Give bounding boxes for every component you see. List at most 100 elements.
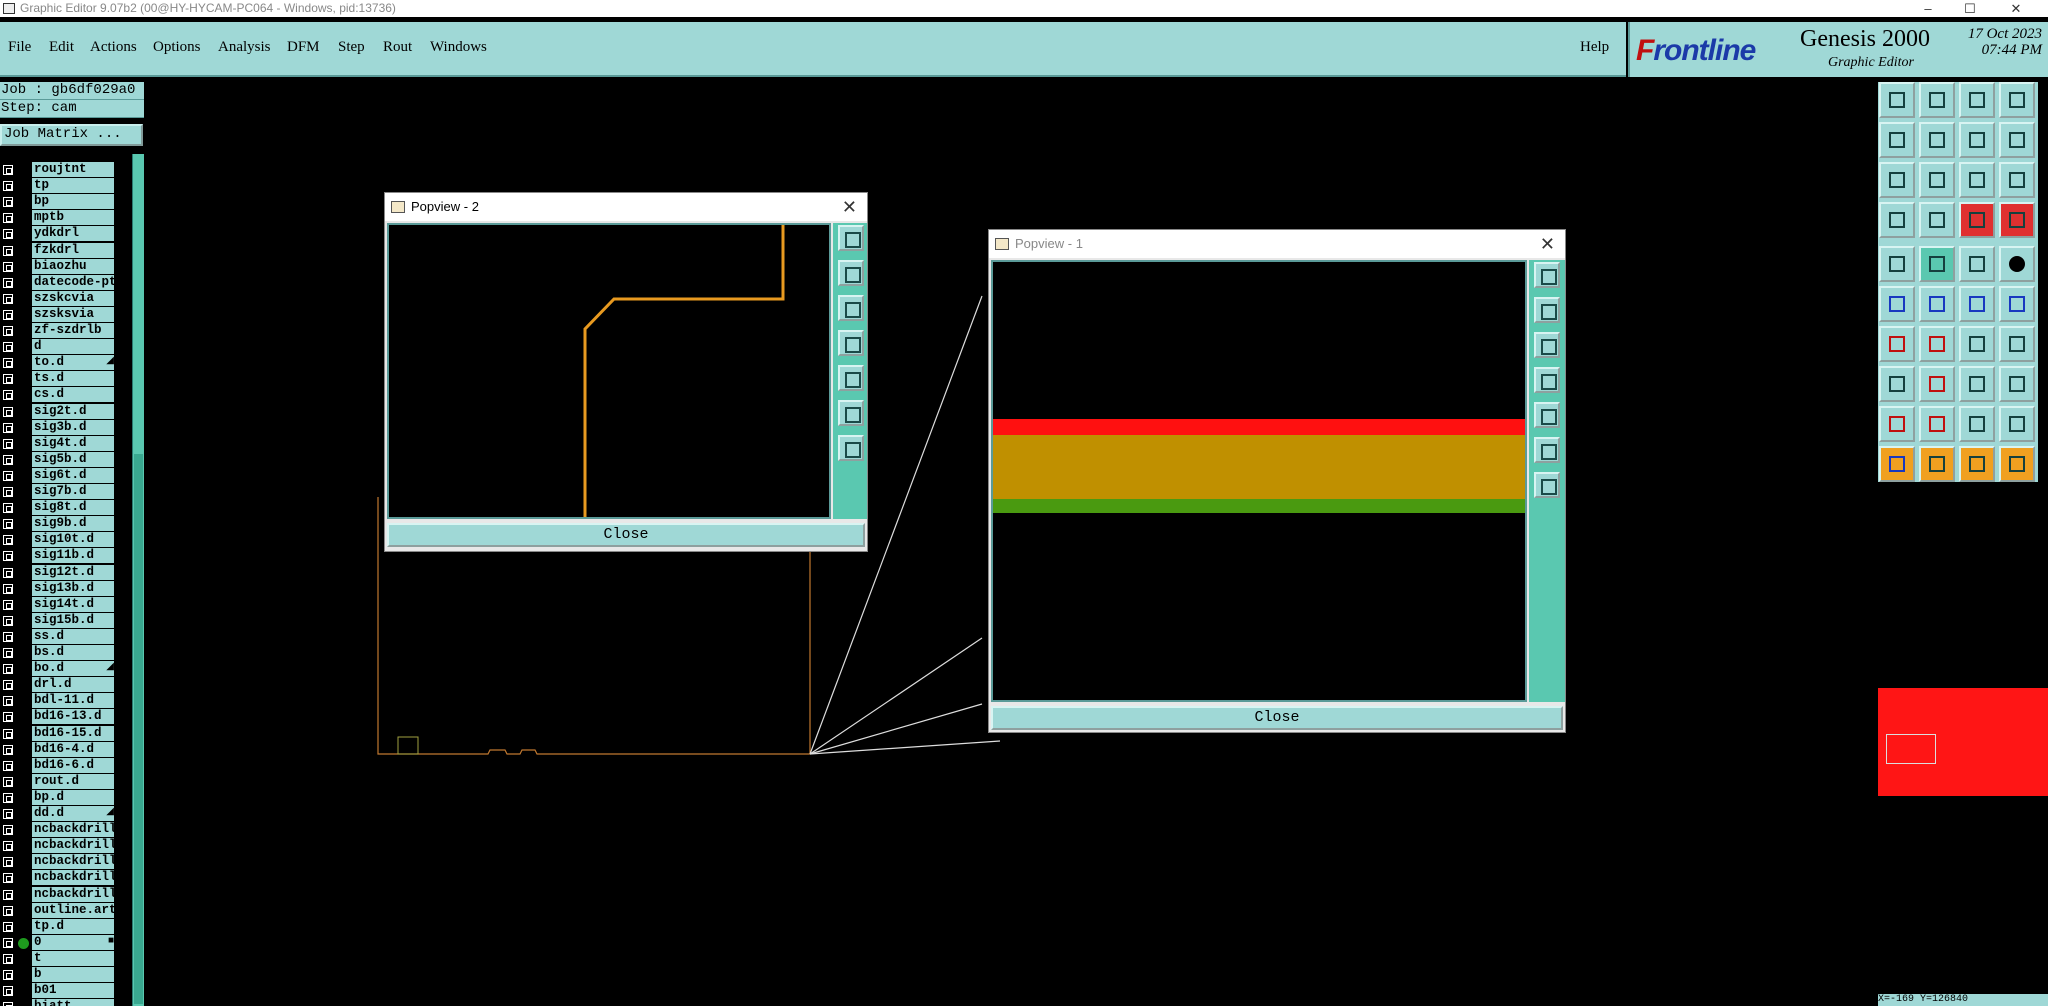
popview-1-window[interactable]: Popview - 1 ✕ Close <box>988 229 1566 733</box>
arc-icon[interactable] <box>1959 326 1995 362</box>
move-left-icon[interactable] <box>1879 122 1915 158</box>
shapes-icon[interactable] <box>1999 366 2035 402</box>
move-right-icon[interactable] <box>1919 122 1955 158</box>
move-left-glyph <box>1889 132 1905 148</box>
mark-icon[interactable] <box>1879 366 1915 402</box>
bridge2-glyph <box>2009 416 2025 432</box>
angle-icon[interactable] <box>1879 326 1915 362</box>
trace-drawing <box>583 225 785 517</box>
redraw-icon[interactable] <box>1999 122 2035 158</box>
select-icon[interactable] <box>1919 446 1955 482</box>
view-selection-box[interactable] <box>1886 734 1936 764</box>
point-icon[interactable] <box>1959 286 1995 322</box>
popview-1-view[interactable] <box>991 260 1527 702</box>
cross-glyph <box>1929 296 1945 312</box>
slash-icon[interactable] <box>1919 326 1955 362</box>
zoom-in-icon[interactable] <box>838 400 864 426</box>
redraw-glyph <box>2009 132 2025 148</box>
zoom-box-icon[interactable] <box>1999 82 2035 118</box>
fiducial-square <box>397 736 419 755</box>
probe-glyph <box>1929 212 1945 228</box>
snap-icon[interactable] <box>1959 122 1995 158</box>
overview-map[interactable] <box>1878 486 2048 996</box>
snap-glyph <box>1969 132 1985 148</box>
tool-palette <box>1878 82 2038 482</box>
zoom-line <box>809 703 983 755</box>
layer-align-icon[interactable] <box>1999 202 2035 238</box>
route-icon[interactable] <box>1919 246 1955 282</box>
pad-icon[interactable] <box>1879 246 1915 282</box>
probe-icon[interactable] <box>1919 202 1955 238</box>
popview-1-toolbar <box>1529 260 1565 702</box>
green-band <box>993 499 1525 513</box>
pointer-icon[interactable] <box>1879 446 1915 482</box>
open-icon[interactable] <box>1879 82 1915 118</box>
point-glyph <box>1969 296 1985 312</box>
zoom-fit-icon[interactable] <box>1534 472 1560 498</box>
edit-icon[interactable] <box>1999 446 2035 482</box>
cross-icon[interactable] <box>1919 286 1955 322</box>
pan-down-icon[interactable] <box>838 295 864 321</box>
pan-left-icon[interactable] <box>1534 367 1560 393</box>
circle-glyph <box>2009 256 2025 272</box>
scale-icon[interactable] <box>1959 162 1995 198</box>
save-glyph <box>1929 92 1945 108</box>
mark-glyph <box>1889 376 1905 392</box>
popview-1-titlebar[interactable]: Popview - 1 ✕ <box>989 230 1565 258</box>
pan-up-icon[interactable] <box>1534 297 1560 323</box>
compare-glyph <box>2009 336 2025 352</box>
measure-icon[interactable] <box>1879 202 1915 238</box>
zoom-window-icon[interactable] <box>838 225 864 251</box>
circle-icon[interactable] <box>1999 246 2035 282</box>
pan-down-icon[interactable] <box>1534 332 1560 358</box>
popview-2-titlebar[interactable]: Popview - 2 ✕ <box>385 193 867 221</box>
pan-left-icon[interactable] <box>838 330 864 356</box>
net-icon[interactable] <box>1959 202 1995 238</box>
home-icon[interactable] <box>1959 82 1995 118</box>
popview-2-toolbar <box>833 223 867 519</box>
gold-band <box>993 435 1525 499</box>
bridge2-icon[interactable] <box>1999 406 2035 442</box>
popview-icon <box>995 238 1009 250</box>
zoom-line <box>809 637 983 755</box>
zoom-in-icon[interactable] <box>1534 437 1560 463</box>
rotate-icon[interactable] <box>1959 446 1995 482</box>
scale-glyph <box>1969 172 1985 188</box>
popview-2-view[interactable] <box>387 223 831 519</box>
help-icon[interactable] <box>1999 162 2035 198</box>
measure-glyph <box>1889 212 1905 228</box>
arc-glyph <box>1969 336 1985 352</box>
pan-right-icon[interactable] <box>838 365 864 391</box>
line-icon[interactable] <box>1959 246 1995 282</box>
zoom-line <box>809 740 1001 755</box>
popview-1-close-button[interactable]: Close <box>991 706 1563 730</box>
zoom-window-icon[interactable] <box>1534 262 1560 288</box>
bridge-icon[interactable] <box>1959 406 1995 442</box>
zoom-reset-icon[interactable] <box>1919 162 1955 198</box>
popview-2-window[interactable]: Popview - 2 ✕ Close <box>384 192 868 552</box>
orange-trace <box>583 225 785 517</box>
line-glyph <box>1969 256 1985 272</box>
pointer-glyph <box>1889 456 1905 472</box>
target-glyph <box>1969 376 1985 392</box>
compare-icon[interactable] <box>1999 326 2035 362</box>
pan-up-icon[interactable] <box>838 260 864 286</box>
zoom-reset-glyph <box>1929 172 1945 188</box>
pan-right-icon[interactable] <box>1534 402 1560 428</box>
dash-icon[interactable] <box>1919 366 1955 402</box>
help-glyph <box>2009 172 2025 188</box>
triangle-icon[interactable] <box>1879 406 1915 442</box>
pad-glyph <box>1889 256 1905 272</box>
triangle2-icon[interactable] <box>1919 406 1955 442</box>
popview-2-close-button[interactable]: Close <box>387 523 865 547</box>
net-glyph <box>1969 212 1985 228</box>
zoom-box-glyph <box>2009 92 2025 108</box>
close-icon[interactable]: ✕ <box>842 193 857 221</box>
connect-icon[interactable] <box>1879 286 1915 322</box>
target-icon[interactable] <box>1959 366 1995 402</box>
save-icon[interactable] <box>1919 82 1955 118</box>
point2-icon[interactable] <box>1999 286 2035 322</box>
close-icon[interactable]: ✕ <box>1540 230 1555 258</box>
zoom-fit-icon[interactable] <box>838 435 864 461</box>
zoom-home-icon[interactable] <box>1879 162 1915 198</box>
